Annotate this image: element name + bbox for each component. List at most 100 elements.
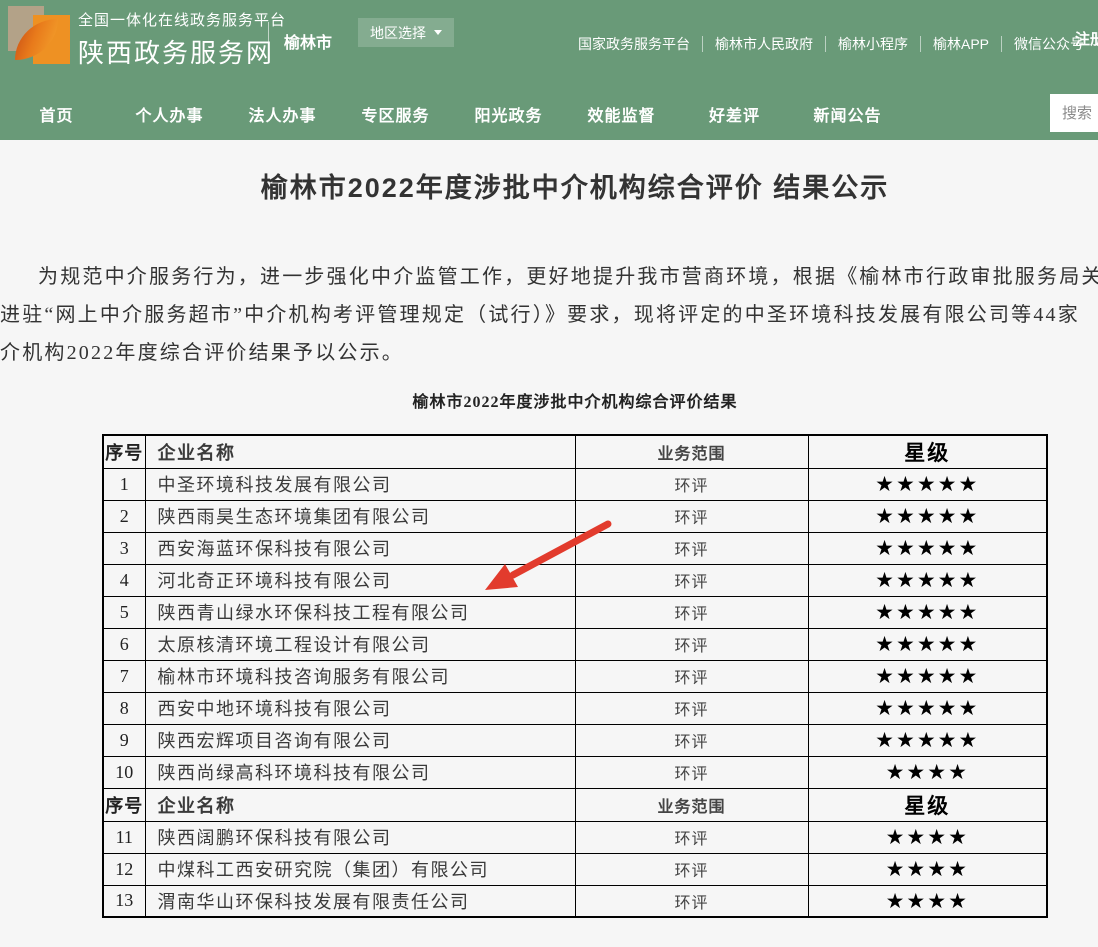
business-scope: 环评	[575, 660, 808, 692]
paragraph-line: 为规范中介服务行为，进一步强化中介监管工作，更好地提升我市营商环境，根据《榆林市…	[0, 258, 1098, 296]
row-number: 13	[103, 885, 145, 917]
header-link[interactable]: 国家政务服务平台	[578, 34, 690, 54]
company-name: 渭南华山环保科技发展有限责任公司	[145, 885, 575, 917]
caret-down-icon	[434, 30, 442, 35]
register-link[interactable]: 注册	[1075, 28, 1098, 49]
region-selector-label: 地区选择	[370, 23, 426, 43]
table-row: 12中煤科工西安研究院（集团）有限公司环评★★★★	[103, 853, 1047, 885]
main-nav: 首页个人办事法人办事专区服务阳光政务效能监督好差评新闻公告	[0, 88, 1098, 140]
header-link[interactable]: 榆林市人民政府	[715, 34, 813, 54]
table-row: 10陕西尚绿高科环境科技有限公司环评★★★★	[103, 756, 1047, 788]
page: 全国一体化在线政务服务平台 陕西政务服务网 榆林市 地区选择 国家政务服务平台榆…	[0, 0, 1098, 918]
header-link[interactable]: 榆林小程序	[838, 34, 908, 54]
column-header: 企业名称	[145, 788, 575, 821]
nav-item[interactable]: 阳光政务	[452, 102, 565, 126]
site-header: 全国一体化在线政务服务平台 陕西政务服务网 榆林市 地区选择 国家政务服务平台 榆…	[0, 0, 1098, 88]
business-scope: 环评	[575, 853, 808, 885]
business-scope: 环评	[575, 468, 808, 500]
nav-item[interactable]: 专区服务	[339, 102, 452, 126]
page-title: 榆林市2022年度涉批中介机构综合评价 结果公示	[0, 172, 1098, 204]
nav-item[interactable]: 法人办事	[226, 102, 339, 126]
current-city-label: 榆林市	[284, 29, 332, 53]
star-rating: ★★★★★	[808, 692, 1047, 724]
star-rating: ★★★★	[808, 821, 1047, 853]
row-number: 1	[103, 468, 145, 500]
divider	[1001, 36, 1002, 52]
search-input[interactable]	[1050, 94, 1098, 132]
star-rating: ★★★★★	[808, 564, 1047, 596]
table-header-row: 序号企业名称业务范围星级	[103, 435, 1047, 468]
nav-item[interactable]: 首页	[0, 102, 113, 126]
company-name: 陕西宏辉项目咨询有限公司	[145, 724, 575, 756]
table-row: 8西安中地环境科技有限公司环评★★★★★	[103, 692, 1047, 724]
star-rating: ★★★★	[808, 756, 1047, 788]
row-number: 8	[103, 692, 145, 724]
row-number: 3	[103, 532, 145, 564]
header-link[interactable]: 榆林APP	[933, 34, 989, 54]
company-name: 陕西青山绿水环保科技工程有限公司	[145, 596, 575, 628]
row-number: 6	[103, 628, 145, 660]
company-name: 榆林市环境科技咨询服务有限公司	[145, 660, 575, 692]
company-name: 中煤科工西安研究院（集团）有限公司	[145, 853, 575, 885]
row-number: 9	[103, 724, 145, 756]
row-number: 10	[103, 756, 145, 788]
table-row: 4河北奇正环境科技有限公司环评★★★★★	[103, 564, 1047, 596]
company-name: 太原核清环境工程设计有限公司	[145, 628, 575, 660]
site-logo-icon	[8, 6, 70, 66]
business-scope: 环评	[575, 500, 808, 532]
table-caption: 榆林市2022年度涉批中介机构综合评价结果	[0, 388, 1098, 412]
business-scope: 环评	[575, 532, 808, 564]
star-rating: ★★★★	[808, 885, 1047, 917]
header-link[interactable]: 微信公众号	[1014, 34, 1084, 54]
table-row: 5陕西青山绿水环保科技工程有限公司环评★★★★★	[103, 596, 1047, 628]
business-scope: 环评	[575, 628, 808, 660]
star-rating: ★★★★★	[808, 596, 1047, 628]
business-scope: 环评	[575, 564, 808, 596]
table-row: 3西安海蓝环保科技有限公司环评★★★★★	[103, 532, 1047, 564]
region-selector-button[interactable]: 地区选择	[358, 18, 454, 47]
main-navbar: 首页个人办事法人办事专区服务阳光政务效能监督好差评新闻公告	[0, 88, 1098, 140]
column-header: 星级	[808, 435, 1047, 468]
table-row: 13渭南华山环保科技发展有限责任公司环评★★★★	[103, 885, 1047, 917]
row-number: 5	[103, 596, 145, 628]
company-name: 中圣环境科技发展有限公司	[145, 468, 575, 500]
results-table-body: 序号企业名称业务范围星级1中圣环境科技发展有限公司环评★★★★★2陕西雨昊生态环…	[103, 435, 1047, 917]
column-header: 星级	[808, 788, 1047, 821]
star-rating: ★★★★★	[808, 468, 1047, 500]
table-row: 7榆林市环境科技咨询服务有限公司环评★★★★★	[103, 660, 1047, 692]
column-header: 业务范围	[575, 435, 808, 468]
star-rating: ★★★★★	[808, 660, 1047, 692]
nav-item[interactable]: 新闻公告	[791, 102, 904, 126]
article: 榆林市2022年度涉批中介机构综合评价 结果公示 为规范中介服务行为，进一步强化…	[0, 172, 1098, 918]
business-scope: 环评	[575, 821, 808, 853]
table-row: 6太原核清环境工程设计有限公司环评★★★★★	[103, 628, 1047, 660]
company-name: 西安海蓝环保科技有限公司	[145, 532, 575, 564]
column-header: 序号	[103, 435, 145, 468]
header-quick-links: 国家政务服务平台 榆林市人民政府 榆林小程序 榆林APP 微信公众号	[578, 0, 1084, 88]
company-name: 陕西阔鹏环保科技有限公司	[145, 821, 575, 853]
platform-name: 全国一体化在线政务服务平台	[78, 9, 286, 30]
business-scope: 环评	[575, 756, 808, 788]
business-scope: 环评	[575, 596, 808, 628]
table-row: 2陕西雨昊生态环境集团有限公司环评★★★★★	[103, 500, 1047, 532]
row-number: 11	[103, 821, 145, 853]
star-rating: ★★★★★	[808, 724, 1047, 756]
column-header: 业务范围	[575, 788, 808, 821]
table-row: 9陕西宏辉项目咨询有限公司环评★★★★★	[103, 724, 1047, 756]
row-number: 7	[103, 660, 145, 692]
business-scope: 环评	[575, 692, 808, 724]
business-scope: 环评	[575, 885, 808, 917]
table-row: 11陕西阔鹏环保科技有限公司环评★★★★	[103, 821, 1047, 853]
paragraph-line: 介机构2022年度综合评价结果予以公示。	[0, 334, 1098, 372]
table-header-row: 序号企业名称业务范围星级	[103, 788, 1047, 821]
row-number: 12	[103, 853, 145, 885]
divider	[825, 36, 826, 52]
row-number: 2	[103, 500, 145, 532]
nav-item[interactable]: 效能监督	[565, 102, 678, 126]
business-scope: 环评	[575, 724, 808, 756]
site-name: 陕西政务服务网	[78, 33, 286, 70]
nav-item[interactable]: 个人办事	[113, 102, 226, 126]
paragraph-line: 进驻“网上中介服务超市”中介机构考评管理规定（试行）》要求，现将评定的中圣环境科…	[0, 296, 1098, 334]
star-rating: ★★★★★	[808, 628, 1047, 660]
nav-item[interactable]: 好差评	[678, 102, 791, 126]
